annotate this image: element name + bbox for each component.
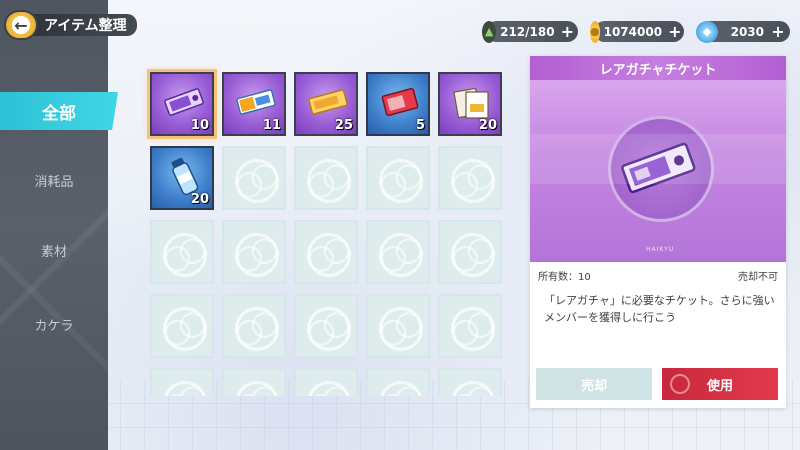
arrow-left-icon: ← (14, 15, 28, 35)
item-description: 「レアガチャ」に必要なチケット。さらに強いメンバーを獲得しに行こう (544, 294, 775, 324)
owned-count: 所有数：10 (538, 272, 591, 283)
empty-slot (222, 368, 286, 396)
empty-slot (294, 294, 358, 358)
empty-slot (222, 294, 286, 358)
tab-materials[interactable]: 素材 (0, 230, 108, 270)
tab-fragments-label: カケラ (34, 318, 74, 334)
empty-slot (222, 220, 286, 284)
empty-slot (222, 146, 286, 210)
item-meta: 所有数：10 売却不可 (538, 268, 778, 283)
crystal-counter: ◆ 2030 + (696, 20, 790, 43)
item-count: 20 (478, 118, 497, 133)
item-count: 11 (262, 118, 281, 133)
empty-slot (438, 368, 502, 396)
empty-slot (294, 368, 358, 396)
category-sidebar: 全部 消耗品 素材 カケラ (0, 0, 118, 450)
empty-slot (366, 220, 430, 284)
item-slot-red-ticket[interactable]: 5 (366, 72, 430, 136)
item-slot-rare-gacha-ticket[interactable]: 10 (147, 69, 217, 139)
empty-slot (438, 220, 502, 284)
empty-slot (150, 294, 214, 358)
item-slot-ticket[interactable]: 11 (222, 72, 286, 136)
crystal-icon: ◆ (696, 20, 718, 43)
crystal-value: 2030 (730, 24, 764, 39)
ring-icon (670, 374, 690, 394)
back-button[interactable]: ← (4, 10, 38, 40)
gold-ticket-icon (308, 89, 348, 115)
add-stamina-button[interactable]: + (561, 22, 574, 41)
stamina-counter: ▲ 212/180 + (482, 20, 578, 43)
empty-slot (150, 220, 214, 284)
item-detail-panel: レアガチャチケット HAIKYU 所有数：10 売却不可 「レアガチャ」に必要な… (530, 56, 786, 408)
item-name: レアガチャチケット (530, 56, 786, 80)
item-count: 20 (190, 192, 209, 207)
empty-slot (294, 146, 358, 210)
empty-slot (150, 368, 214, 396)
empty-slot (366, 294, 430, 358)
coin-value: 1074000 (603, 24, 663, 39)
item-artwork: HAIKYU (530, 80, 786, 262)
item-slot-documents[interactable]: 20 (438, 72, 502, 136)
empty-slot (294, 220, 358, 284)
bottle-icon (171, 157, 199, 196)
item-slot-gold-ticket[interactable]: 25 (294, 72, 358, 136)
art-brand-text: HAIKYU (646, 246, 675, 253)
tab-fragments[interactable]: カケラ (0, 304, 108, 344)
empty-slot (366, 146, 430, 210)
page-header: ← アイテム整理 (4, 10, 137, 40)
rare-gacha-ticket-icon (164, 88, 204, 116)
page-title: アイテム整理 (30, 14, 137, 36)
add-coin-button[interactable]: + (668, 22, 681, 41)
add-crystal-button[interactable]: + (770, 22, 786, 41)
item-count: 10 (190, 118, 209, 133)
use-button[interactable]: 使用 (662, 368, 778, 400)
tab-materials-label: 素材 (40, 244, 67, 260)
sell-status: 売却不可 (738, 272, 778, 283)
empty-slot (438, 146, 502, 210)
empty-slot (366, 368, 430, 396)
tab-consumables-label: 消耗品 (34, 174, 74, 190)
red-ticket-icon (381, 87, 419, 117)
tab-all[interactable]: 全部 (0, 92, 118, 130)
inventory-grid: 10 11 25 5 20 20 (140, 66, 510, 396)
ticket-icon (236, 89, 276, 115)
coin-icon: ● (590, 20, 600, 43)
sell-button[interactable]: 売却 (536, 368, 652, 400)
empty-slot (438, 294, 502, 358)
stamina-icon: ▲ (482, 20, 497, 43)
tab-all-label: 全部 (42, 103, 76, 124)
documents-icon (453, 87, 489, 119)
item-slot-bottle[interactable]: 20 (150, 146, 214, 210)
coin-counter: ● 1074000 + (590, 20, 684, 43)
item-count: 5 (415, 118, 425, 133)
tab-consumables[interactable]: 消耗品 (0, 160, 108, 200)
stamina-value: 212/180 (500, 24, 555, 39)
sell-button-label: 売却 (580, 378, 607, 394)
item-count: 25 (334, 118, 353, 133)
rare-gacha-ticket-icon (621, 142, 696, 194)
use-button-label: 使用 (706, 378, 733, 394)
